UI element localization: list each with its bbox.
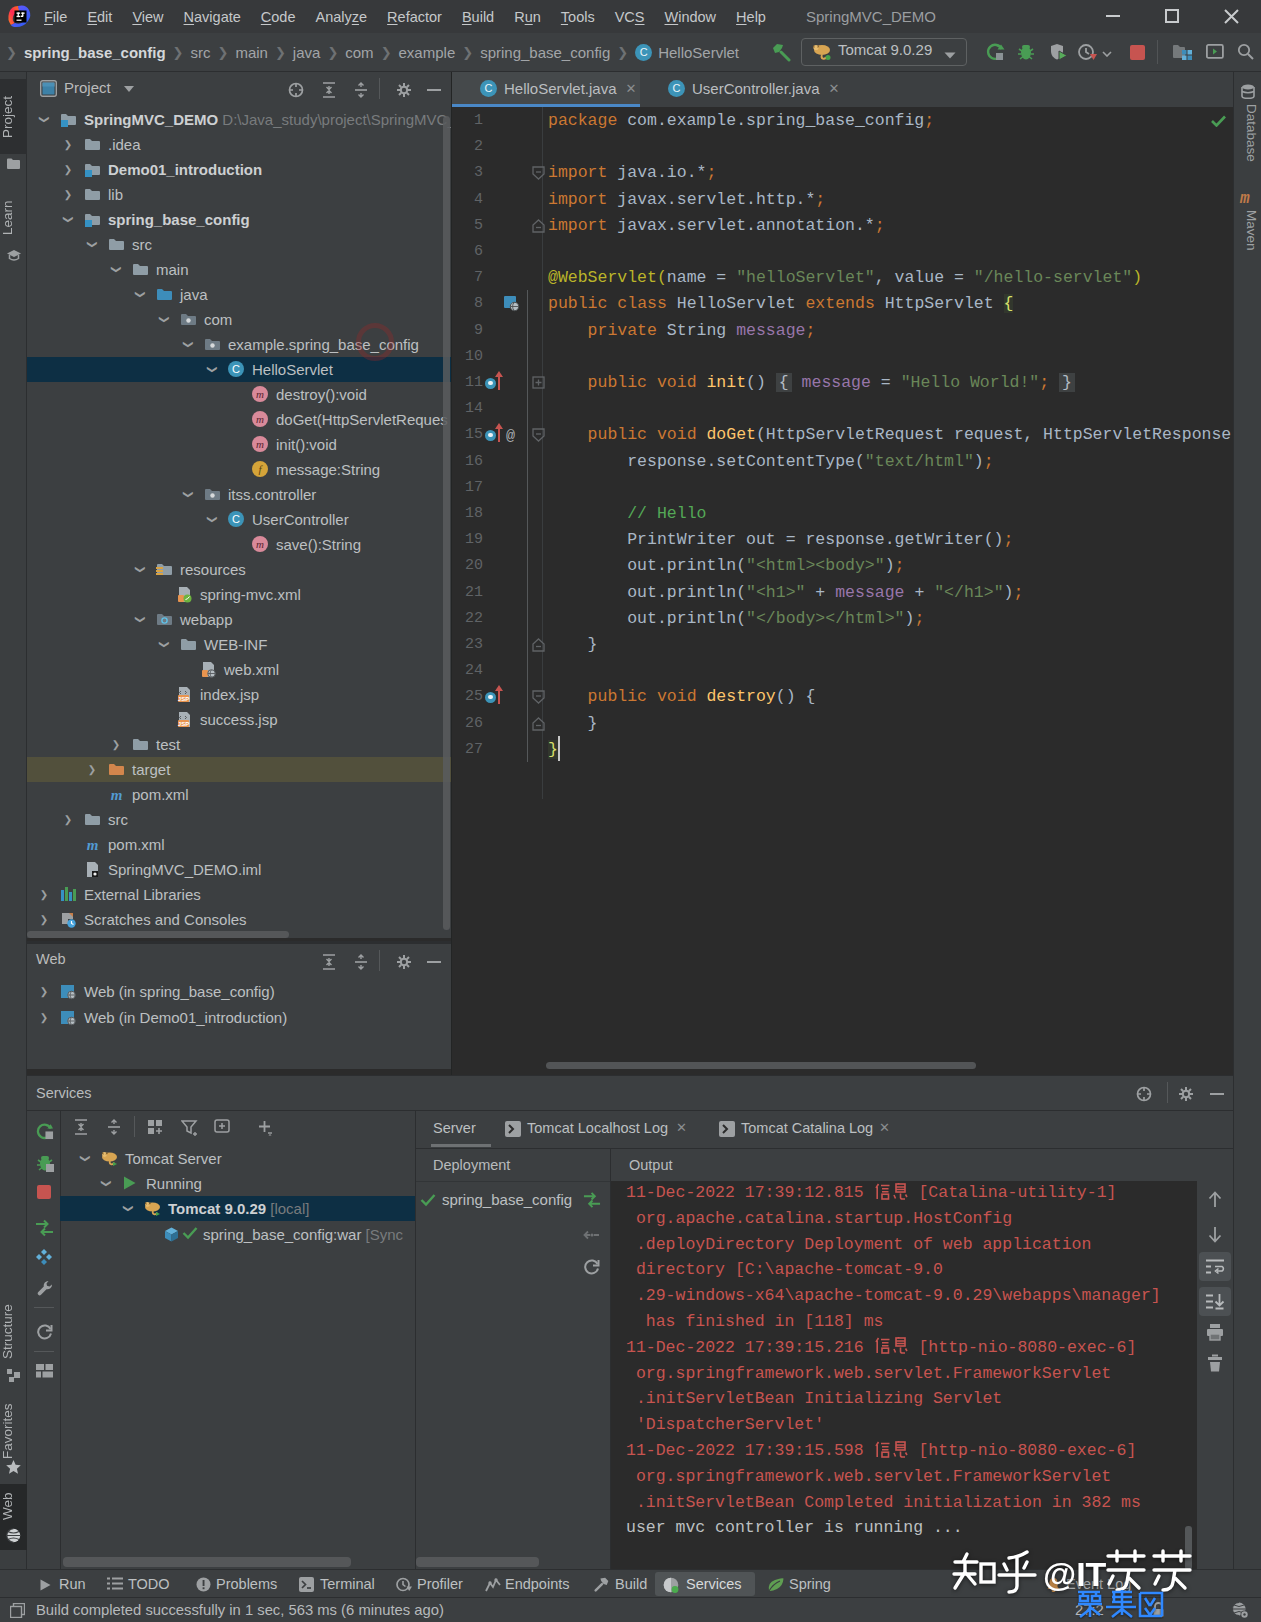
svg-text:@IT: @IT [1043, 1555, 1107, 1593]
